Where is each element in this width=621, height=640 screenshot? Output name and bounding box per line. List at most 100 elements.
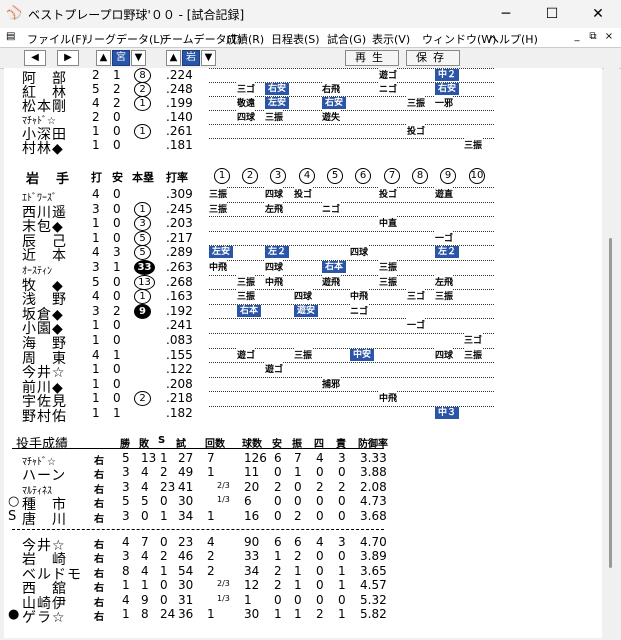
home-runs: 1 (134, 124, 151, 139)
saves: 0 (160, 494, 168, 509)
era: 2.08 (360, 479, 387, 494)
menu-schedule[interactable]: 日程表(S) (271, 31, 320, 47)
walks: 2 (316, 607, 324, 621)
batter-row: 牧 ◆ 5 0 13.268 三振 中飛 遊飛 三振 左飛 (4, 274, 602, 294)
hits-allowed: 0 (274, 494, 282, 509)
strikeouts: 0 (294, 592, 302, 607)
scrollbar-thumb[interactable] (609, 238, 612, 568)
at-bats: 3 (92, 303, 100, 318)
era: 4.70 (360, 535, 387, 549)
hits-allowed: 2 (274, 563, 282, 578)
pitch-count: 1 (244, 592, 252, 607)
inning-2: 2 (242, 168, 258, 184)
batting-average: .155 (166, 347, 193, 362)
pitching-header-divider (12, 448, 384, 449)
maximize-button[interactable]: ☐ (529, 0, 575, 28)
team1-up-button[interactable]: ▲ (96, 50, 111, 66)
next-arrow-button[interactable]: ▶ (57, 50, 79, 66)
close-button[interactable]: ✕ (575, 0, 621, 28)
pitcher-row: S唐 川右 3 0 1 34 1 16 0 2 0 0 3.68 (4, 508, 602, 528)
at-bat-result: 遊安 (294, 304, 319, 317)
mdi-close-button[interactable]: × (602, 30, 616, 44)
saves: 0 (160, 578, 168, 593)
wins: 3 (122, 479, 130, 494)
batting-average: .261 (166, 124, 193, 138)
batting-average: .218 (166, 391, 193, 406)
home-runs: 1 (134, 289, 151, 305)
menu-window[interactable]: ウィンドウ(W) (422, 31, 496, 47)
hits: 1 (113, 260, 121, 274)
result-leader (209, 376, 494, 378)
at-bats: 1 (92, 333, 100, 347)
at-bats: 3 (92, 260, 100, 274)
at-bat-result: 捕邪 (322, 376, 341, 390)
team2-down-button[interactable]: ▼ (201, 50, 216, 66)
prev-arrow-button[interactable]: ◀ (24, 50, 46, 66)
minimize-button[interactable]: ─ (483, 0, 529, 28)
baseball-app-icon[interactable]: ⚾ (6, 6, 22, 22)
earned-runs: 1 (338, 563, 346, 578)
saves: 0 (160, 592, 168, 607)
at-bats: 4 (92, 245, 100, 260)
menu-view[interactable]: 表示(V) (372, 31, 410, 47)
menu-league-data[interactable]: リーグデータ(L) (83, 31, 164, 47)
wins: 1 (122, 578, 130, 593)
hits: 0 (113, 274, 121, 289)
menu-game[interactable]: 試合(G) (327, 31, 366, 47)
innings-pitched: 7 (207, 451, 215, 465)
replay-button[interactable]: 再生 (345, 50, 399, 66)
games: 23 (178, 535, 194, 549)
menu-stats[interactable]: 成績(R) (226, 31, 264, 47)
team1-selector[interactable]: 宮 (112, 50, 130, 66)
batting-average: .140 (166, 110, 193, 124)
team2-selector[interactable]: 岩 (182, 50, 200, 66)
hits: 1 (113, 406, 121, 420)
mdi-minimize-button[interactable]: _ (570, 30, 584, 44)
mdi-restore-button[interactable]: ⧉ (586, 30, 600, 44)
hits: 1 (113, 68, 121, 82)
team-label: 岩 手 (26, 172, 72, 187)
result-leader (209, 124, 494, 125)
vertical-scrollbar[interactable] (604, 68, 619, 638)
walks: 0 (316, 578, 324, 593)
strikeouts: 2 (294, 508, 302, 523)
at-bat-result: 四球 (294, 289, 313, 303)
hits-allowed: 0 (274, 508, 282, 523)
menu-file[interactable]: ファイル(F) (27, 31, 86, 47)
batter-row: 浅 野 4 0 1.163 三振 四球 中飛 三ゴ 三振 (4, 289, 602, 308)
at-bat-result: 遊ゴ (379, 68, 398, 81)
pitching-group-divider (12, 529, 384, 530)
era: 5.82 (360, 607, 387, 621)
menu-help[interactable]: ヘルプ(H) (488, 31, 538, 47)
innings-fraction: 1/3 (217, 593, 230, 603)
team1-down-button[interactable]: ▼ (131, 50, 146, 66)
strikeouts: 1 (294, 465, 302, 480)
at-bats: 4 (92, 289, 100, 304)
pitcher-name: 唐 川 (22, 511, 67, 528)
game-record-panel: 阿 部 2 1 8.224 遊ゴ 中２ 紅 林 5 2 2.248 三ゴ 右安 右飛 ニゴ 右安 松本剛 4 2 1… (4, 68, 602, 638)
strikeouts: 7 (294, 451, 302, 465)
document-icon[interactable]: ▤ (6, 31, 15, 42)
strikeouts: 1 (294, 578, 302, 593)
at-bat-result: 三振 (464, 347, 483, 361)
at-bat-result: 投ゴ (379, 187, 398, 200)
era: 3.68 (360, 508, 387, 523)
batting-average: .192 (166, 303, 193, 318)
batter-row: 紅 林 5 2 2.248 三ゴ 右安 右飛 ニゴ 右安 (4, 82, 602, 101)
batter-row: 前川◆ 1 0.208 捕邪 (4, 376, 602, 396)
at-bat-result: 左安 (265, 97, 290, 109)
at-bat-result: 中飛 (265, 274, 284, 288)
batter-row: 小深田 1 0 1.261 投ゴ (4, 124, 602, 143)
pitcher-row: 岩 崎右 3 4 2 46 2 33 1 2 0 0 3.89 (4, 549, 602, 568)
at-bat-result: 遊直 (435, 187, 454, 200)
save-button[interactable]: 保存 (406, 50, 460, 66)
inning-1: 1 (214, 168, 230, 184)
hits-allowed: 6 (274, 535, 282, 549)
at-bat-result: 三振 (237, 289, 256, 303)
team2-up-button[interactable]: ▲ (166, 50, 181, 66)
at-bats: 1 (92, 138, 100, 152)
losses: 4 (141, 563, 149, 578)
at-bats: 4 (92, 187, 100, 201)
at-bat-result: 三振 (294, 347, 313, 361)
hits: 2 (113, 82, 121, 96)
